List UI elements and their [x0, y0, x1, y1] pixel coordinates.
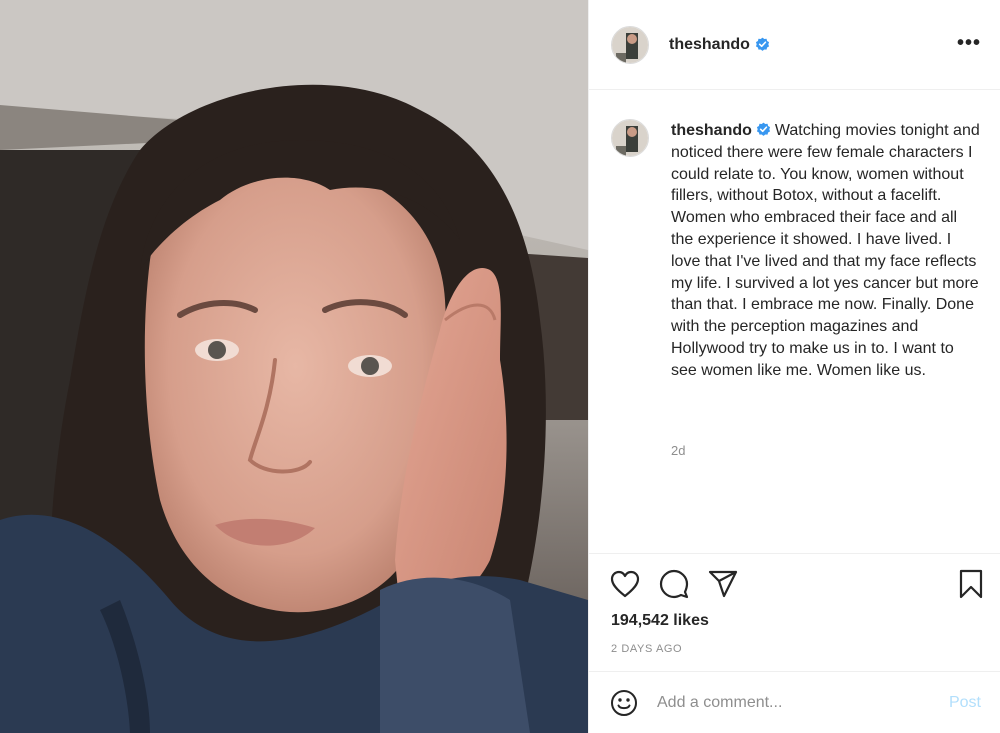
- post-photo[interactable]: [0, 0, 588, 733]
- caption-text: Watching movies tonight and noticed ther…: [671, 122, 980, 379]
- actions-bar: 194,542 likes 2 DAYS AGO: [589, 553, 1000, 671]
- avatar[interactable]: [611, 25, 649, 64]
- post-date[interactable]: 2 DAYS AGO: [611, 643, 682, 655]
- verified-badge-icon: [755, 37, 769, 51]
- post-header: theshando •••: [589, 0, 1000, 90]
- comment-bar: Post: [589, 671, 1000, 733]
- share-icon[interactable]: [707, 568, 739, 600]
- header-username[interactable]: theshando: [669, 36, 750, 54]
- emoji-icon[interactable]: [609, 688, 639, 718]
- caption-time-ago[interactable]: 2d: [671, 443, 685, 458]
- caption-area: theshando Watching movies tonight and no…: [589, 91, 1000, 553]
- post-sidebar: theshando ••• theshando Watching movies …: [588, 0, 1000, 733]
- comment-input[interactable]: [657, 693, 927, 712]
- caption: theshando Watching movies tonight and no…: [671, 120, 981, 382]
- verified-badge-icon: [756, 122, 770, 136]
- likes-count[interactable]: 194,542 likes: [611, 612, 709, 630]
- bookmark-icon[interactable]: [955, 568, 987, 600]
- selfie-image: [0, 0, 588, 733]
- comment-icon[interactable]: [658, 568, 690, 600]
- post-button[interactable]: Post: [949, 694, 981, 712]
- caption-avatar[interactable]: [611, 119, 649, 157]
- more-options-icon[interactable]: •••: [957, 33, 981, 53]
- caption-username[interactable]: theshando: [671, 122, 752, 139]
- heart-icon[interactable]: [609, 568, 641, 600]
